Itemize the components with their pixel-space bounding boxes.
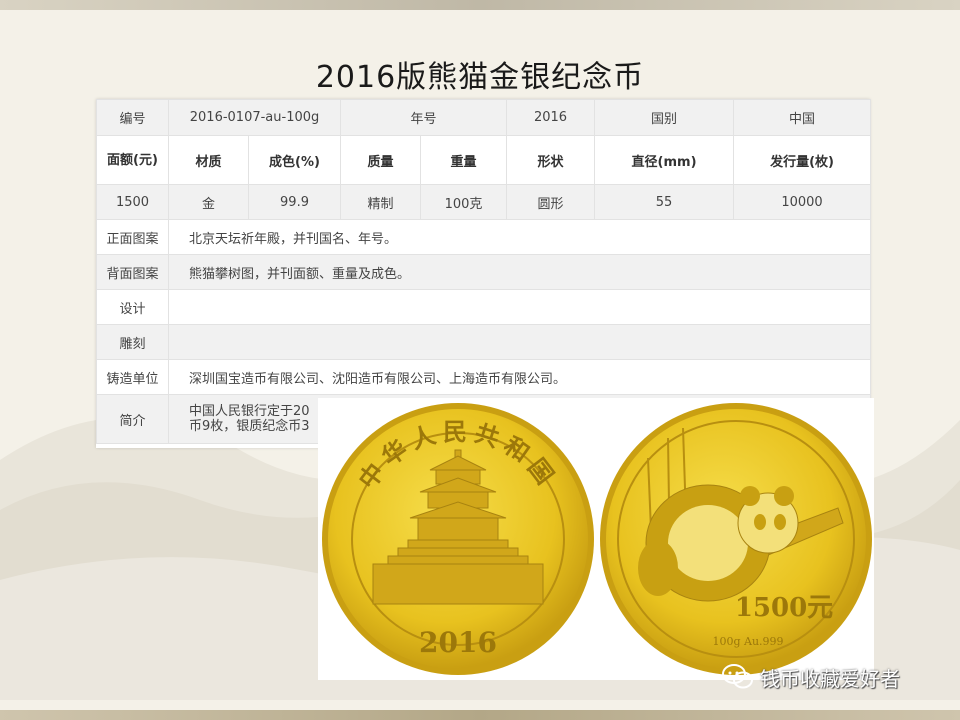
coin-photo: 中华人民共和国 2016 1500元 100g Au.999 [318, 398, 874, 680]
intro-line: 币9枚，银质纪念币3 [189, 419, 310, 434]
table-header-cell: 面额(元) [96, 135, 169, 185]
table-header-cell: 质量 [340, 135, 422, 185]
table-header-cell: 重量 [420, 135, 508, 185]
intro-line: 中国人民银行定于20 [189, 404, 310, 419]
table-row: 设计 [96, 289, 872, 325]
table-cell: 中国 [733, 99, 872, 136]
table-cell: 年号 [340, 99, 508, 136]
row-value [167, 289, 872, 325]
row-label: 背面图案 [96, 254, 169, 290]
table-cell: 1500 [96, 184, 169, 220]
row-value: 北京天坛祈年殿，并刊国名、年号。 [167, 219, 872, 255]
table-row: 背面图案 熊猫攀树图，并刊面额、重量及成色。 [96, 254, 872, 290]
page-title: 2016版熊猫金银纪念币 [315, 60, 645, 95]
row-label: 简介 [96, 394, 169, 444]
row-label: 设计 [96, 289, 169, 325]
top-border-band [0, 0, 960, 10]
table-row: 编号 2016-0107-au-100g 年号 2016 国别 中国 [96, 99, 872, 136]
coin-spec-table: 编号 2016-0107-au-100g 年号 2016 国别 中国 面额(元)… [96, 99, 872, 448]
table-cell: 精制 [340, 184, 422, 220]
table-cell: 99.9 [247, 184, 342, 220]
table-cell: 10000 [733, 184, 872, 220]
wechat-icon [722, 664, 753, 689]
obverse-year: 2016 [419, 626, 497, 659]
row-label: 铸造单位 [96, 359, 169, 395]
table-row: 1500 金 99.9 精制 100克 圆形 55 10000 [96, 184, 872, 220]
table-cell: 金 [168, 184, 249, 220]
row-value [167, 324, 872, 360]
table-cell: 2016 [506, 99, 596, 136]
table-row: 正面图案 北京天坛祈年殿，并刊国名、年号。 [96, 219, 872, 255]
table-cell: 圆形 [506, 184, 596, 220]
table-cell: 100克 [420, 184, 508, 220]
table-row: 雕刻 [96, 324, 872, 360]
coin-obverse: 中华人民共和国 2016 [322, 403, 594, 675]
bottom-border-band [0, 710, 960, 720]
reverse-value: 1500元 [735, 593, 833, 623]
row-label: 正面图案 [96, 219, 169, 255]
table-cell: 编号 [96, 99, 169, 136]
row-value: 熊猫攀树图，并刊面额、重量及成色。 [167, 254, 872, 290]
table-row: 铸造单位 深圳国宝造币有限公司、沈阳造币有限公司、上海造币有限公司。 [96, 359, 872, 395]
coin-reverse: 1500元 100g Au.999 [600, 403, 872, 675]
table-header-cell: 直径(mm) [594, 135, 735, 185]
table-cell: 55 [594, 184, 735, 220]
watermark: 钱币收藏爱好者 [722, 660, 952, 694]
table-header-cell: 发行量(枚) [733, 135, 872, 185]
table-header-row: 面额(元) 材质 成色(%) 质量 重量 形状 直径(mm) 发行量(枚) [96, 135, 872, 185]
table-header-cell: 成色(%) [247, 135, 342, 185]
table-cell: 2016-0107-au-100g [167, 99, 342, 136]
reverse-spec: 100g Au.999 [712, 635, 783, 648]
table-header-cell: 形状 [506, 135, 596, 185]
table-cell: 国别 [594, 99, 735, 136]
table-header-cell: 材质 [168, 135, 249, 185]
row-value: 深圳国宝造币有限公司、沈阳造币有限公司、上海造币有限公司。 [167, 359, 872, 395]
row-label: 雕刻 [96, 324, 169, 360]
watermark-text: 钱币收藏爱好者 [760, 666, 900, 691]
